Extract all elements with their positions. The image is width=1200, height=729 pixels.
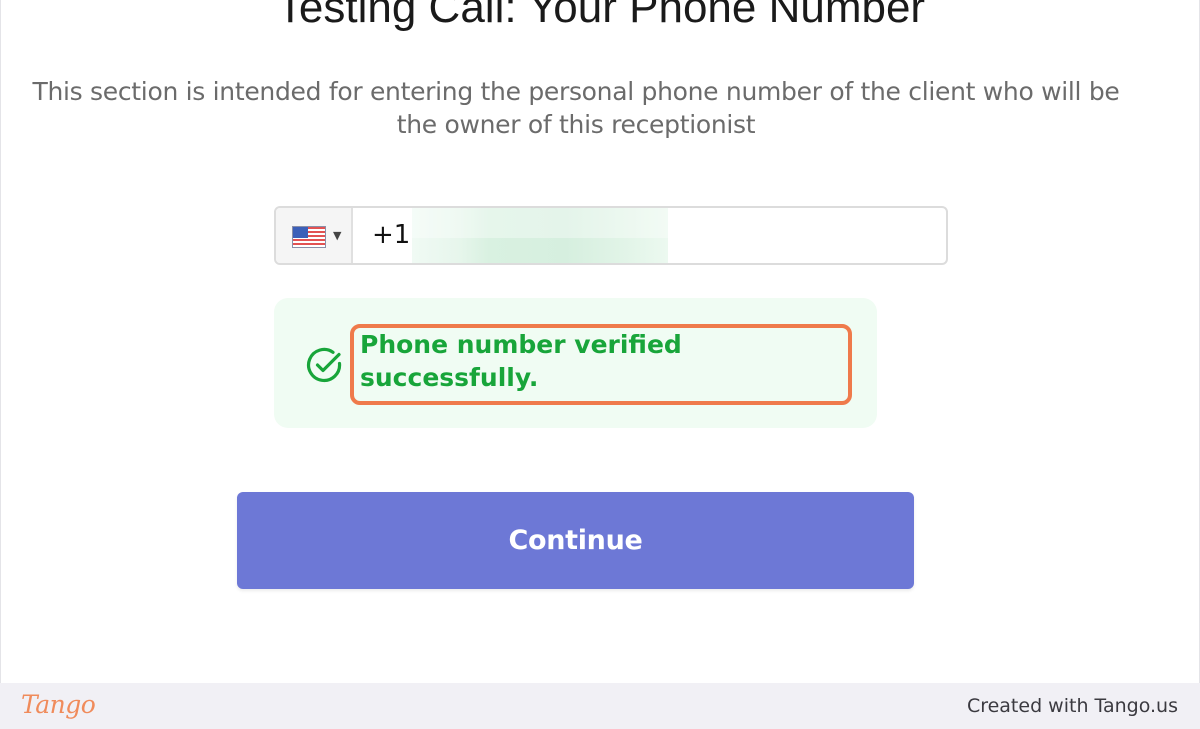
tango-footer: Tango Created with Tango.us xyxy=(0,683,1200,729)
caret-down-icon: ▼ xyxy=(333,229,342,242)
phone-number-input[interactable] xyxy=(412,209,942,262)
page-title: Testing Call: Your Phone Number xyxy=(276,0,926,32)
phone-number-field: ▼ +1 xyxy=(274,206,948,265)
dial-code: +1 xyxy=(372,220,411,250)
us-flag-icon xyxy=(292,226,326,248)
created-with-tango-link[interactable]: Created with Tango.us xyxy=(967,683,1178,729)
page-description: This section is intended for entering th… xyxy=(32,77,1120,139)
country-code-select[interactable]: ▼ xyxy=(276,208,353,263)
step-highlight-box xyxy=(350,324,852,405)
continue-button[interactable]: Continue xyxy=(237,492,914,589)
tango-logo[interactable]: Tango xyxy=(21,687,96,723)
page-frame: Testing Call: Your Phone Number This sec… xyxy=(0,0,1200,683)
check-circle-icon xyxy=(307,347,342,383)
